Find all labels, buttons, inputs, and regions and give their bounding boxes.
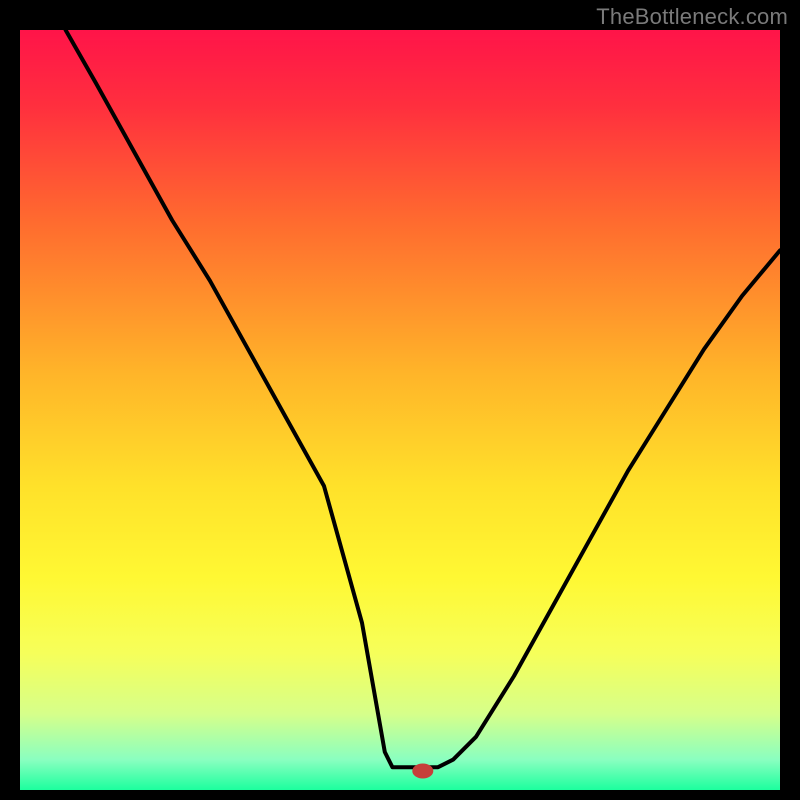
watermark-text: TheBottleneck.com bbox=[596, 4, 788, 30]
chart-svg bbox=[0, 0, 800, 800]
optimum-marker bbox=[413, 764, 433, 778]
